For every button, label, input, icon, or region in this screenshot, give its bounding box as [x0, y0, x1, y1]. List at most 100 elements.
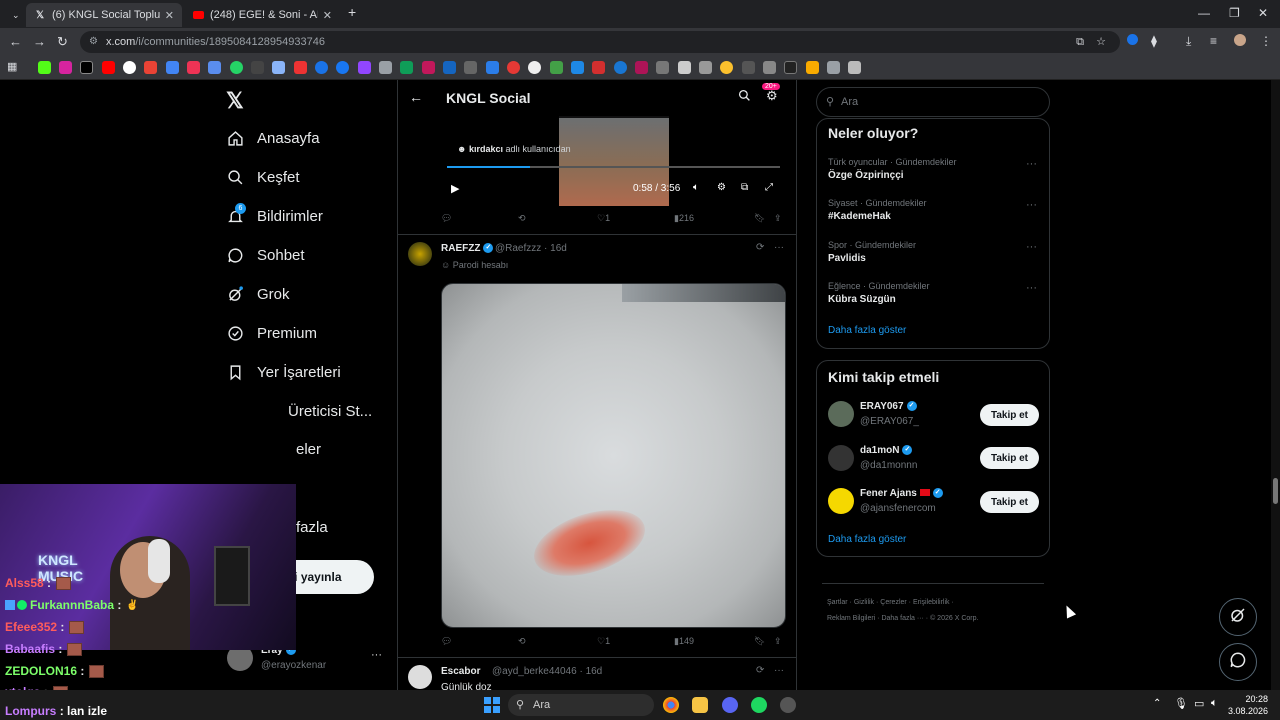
close-icon[interactable]: ✕: [165, 9, 174, 22]
bookmark-icon[interactable]: 🔖︎: [754, 636, 765, 647]
more-dots-icon[interactable]: ···: [1026, 158, 1037, 170]
retweet-icon[interactable]: ⟲: [518, 213, 526, 224]
chevron-up-icon[interactable]: ⌃: [1153, 698, 1161, 709]
follow-name[interactable]: da1moN ✓: [860, 445, 913, 456]
bookmark-icon[interactable]: [379, 61, 392, 74]
file-explorer-icon[interactable]: [692, 697, 708, 713]
tweet-author-handle[interactable]: @ayd_berke44046 · 16d: [492, 666, 602, 677]
settings-gear-icon[interactable]: ⚙: [717, 182, 726, 193]
tweet-author-handle[interactable]: @Raefzzz · 16d: [495, 243, 567, 254]
maximize-button[interactable]: ❐: [1229, 6, 1240, 20]
more-dots-icon[interactable]: ···: [1026, 241, 1037, 253]
nav-item-explore[interactable]: Keşfet: [226, 162, 300, 192]
more-dots-icon[interactable]: ···: [371, 649, 382, 661]
bookmark-drive-icon[interactable]: [166, 61, 179, 74]
bookmark-icon[interactable]: [614, 61, 627, 74]
bookmark-icon[interactable]: [592, 61, 605, 74]
like-icon[interactable]: ♡ 1: [597, 213, 610, 224]
bookmark-gmail-icon[interactable]: [144, 61, 157, 74]
bookmark-icon[interactable]: [656, 61, 669, 74]
nav-item-more[interactable]: fazla: [296, 512, 328, 542]
scrollbar-thumb[interactable]: [1273, 478, 1278, 504]
new-tab-button[interactable]: +: [348, 4, 356, 20]
close-icon[interactable]: ✕: [323, 9, 332, 22]
bookmark-kick-icon[interactable]: [38, 61, 51, 74]
nav-item-bookmarks[interactable]: Yer İşaretleri: [226, 357, 341, 387]
bookmark-icon[interactable]: [208, 61, 221, 74]
discord-app-icon[interactable]: [722, 697, 738, 713]
follow-name[interactable]: Fener Ajans ✓: [860, 488, 943, 499]
like-icon[interactable]: ♡ 1: [597, 636, 610, 647]
extensions-puzzle-icon[interactable]: ⧫: [1151, 34, 1157, 48]
nav-item-chat[interactable]: Sohbet: [226, 240, 305, 270]
tweet-author-name[interactable]: RAEFZZ ✓: [441, 243, 494, 254]
nav-item-home[interactable]: Anasayfa: [226, 123, 320, 153]
bookmark-facebook-icon[interactable]: [336, 61, 349, 74]
bookmark-icon[interactable]: [720, 61, 733, 74]
bookmark-youtube-icon[interactable]: [102, 61, 115, 74]
bookmark-icon[interactable]: [422, 61, 435, 74]
nav-item-lists[interactable]: eler: [296, 434, 321, 464]
tab-x-community[interactable]: 𝕏 (6) KNGL Social Topluluk / X ✕: [26, 3, 182, 27]
tweet-media-image[interactable]: [441, 283, 786, 628]
bookmark-icon[interactable]: [486, 61, 499, 74]
bookmark-icon[interactable]: [763, 61, 776, 74]
bookmark-x-icon[interactable]: [80, 61, 93, 74]
volume-icon[interactable]: 🔈︎: [1211, 697, 1218, 710]
network-icon[interactable]: ▭: [1194, 697, 1204, 710]
views-icon[interactable]: ▮ 216: [674, 213, 694, 224]
bookmark-icon[interactable]: [464, 61, 477, 74]
apps-grid-icon[interactable]: ▦: [7, 60, 20, 73]
show-more-link[interactable]: Daha fazla göster: [828, 534, 906, 545]
extension-blue-icon[interactable]: [1127, 34, 1138, 48]
app-icon[interactable]: [780, 697, 796, 713]
more-dots-icon[interactable]: ···: [774, 665, 784, 676]
pip-icon[interactable]: ⧉: [741, 182, 748, 193]
bookmark-icon[interactable]: [784, 61, 797, 74]
follow-button[interactable]: Takip et: [980, 491, 1039, 513]
video-player[interactable]: ☻ kırdakcı adlı kullanıcıdan ▶ 0:58 / 3:…: [441, 110, 786, 206]
grok-icon[interactable]: ⟳: [756, 665, 764, 676]
follow-button[interactable]: Takip et: [980, 404, 1039, 426]
search-icon[interactable]: [738, 89, 751, 107]
bookmark-icon[interactable]: [528, 61, 541, 74]
bookmark-icon[interactable]: 🔖︎: [754, 213, 765, 224]
back-arrow-icon[interactable]: ←: [409, 89, 423, 105]
trend-item[interactable]: #KademeHak: [828, 211, 891, 222]
bookmark-instagram-icon[interactable]: [59, 61, 72, 74]
minimize-button[interactable]: —: [1198, 6, 1210, 20]
forward-arrow-icon[interactable]: →: [33, 34, 46, 49]
trend-item[interactable]: Pavlidis: [828, 253, 866, 264]
bookmark-icon[interactable]: [571, 61, 584, 74]
bookmark-icon[interactable]: [699, 61, 712, 74]
bookmark-icon[interactable]: [315, 61, 328, 74]
play-icon[interactable]: ▶: [451, 182, 459, 195]
follow-button[interactable]: Takip et: [980, 447, 1039, 469]
bookmark-folder-icon[interactable]: [806, 61, 819, 74]
show-more-link[interactable]: Daha fazla göster: [828, 325, 906, 336]
nav-item-notifications[interactable]: 6 Bildirimler: [226, 201, 323, 231]
volume-icon[interactable]: 🔈︎: [693, 182, 699, 193]
avatar[interactable]: [828, 445, 854, 471]
grok-fab-button[interactable]: [1219, 598, 1257, 636]
video-progress-track[interactable]: [447, 166, 780, 168]
trend-item[interactable]: Özge Özpirinççi: [828, 170, 904, 181]
share-icon[interactable]: ⇪: [774, 636, 782, 647]
more-dots-icon[interactable]: ···: [1026, 282, 1037, 294]
menu-dots-icon[interactable]: ⋮: [1260, 34, 1272, 48]
more-dots-icon[interactable]: ···: [1026, 199, 1037, 211]
bookmark-twitch-icon[interactable]: [358, 61, 371, 74]
close-window-button[interactable]: ✕: [1258, 6, 1268, 20]
grok-icon[interactable]: ⟳: [756, 242, 764, 253]
download-icon[interactable]: ⤓: [1186, 34, 1191, 49]
avatar[interactable]: [828, 488, 854, 514]
avatar[interactable]: [408, 242, 432, 266]
more-dots-icon[interactable]: ···: [774, 242, 784, 253]
bookmark-icon[interactable]: [827, 61, 840, 74]
avatar[interactable]: [408, 665, 432, 689]
chrome-app-icon[interactable]: [663, 697, 679, 713]
bookmark-icon[interactable]: [507, 61, 520, 74]
star-icon[interactable]: ☆: [1096, 31, 1106, 53]
tab-youtube[interactable]: (248) EGE! & Soni - ABC (Music ✕: [184, 3, 340, 27]
bookmark-icon[interactable]: [678, 61, 691, 74]
